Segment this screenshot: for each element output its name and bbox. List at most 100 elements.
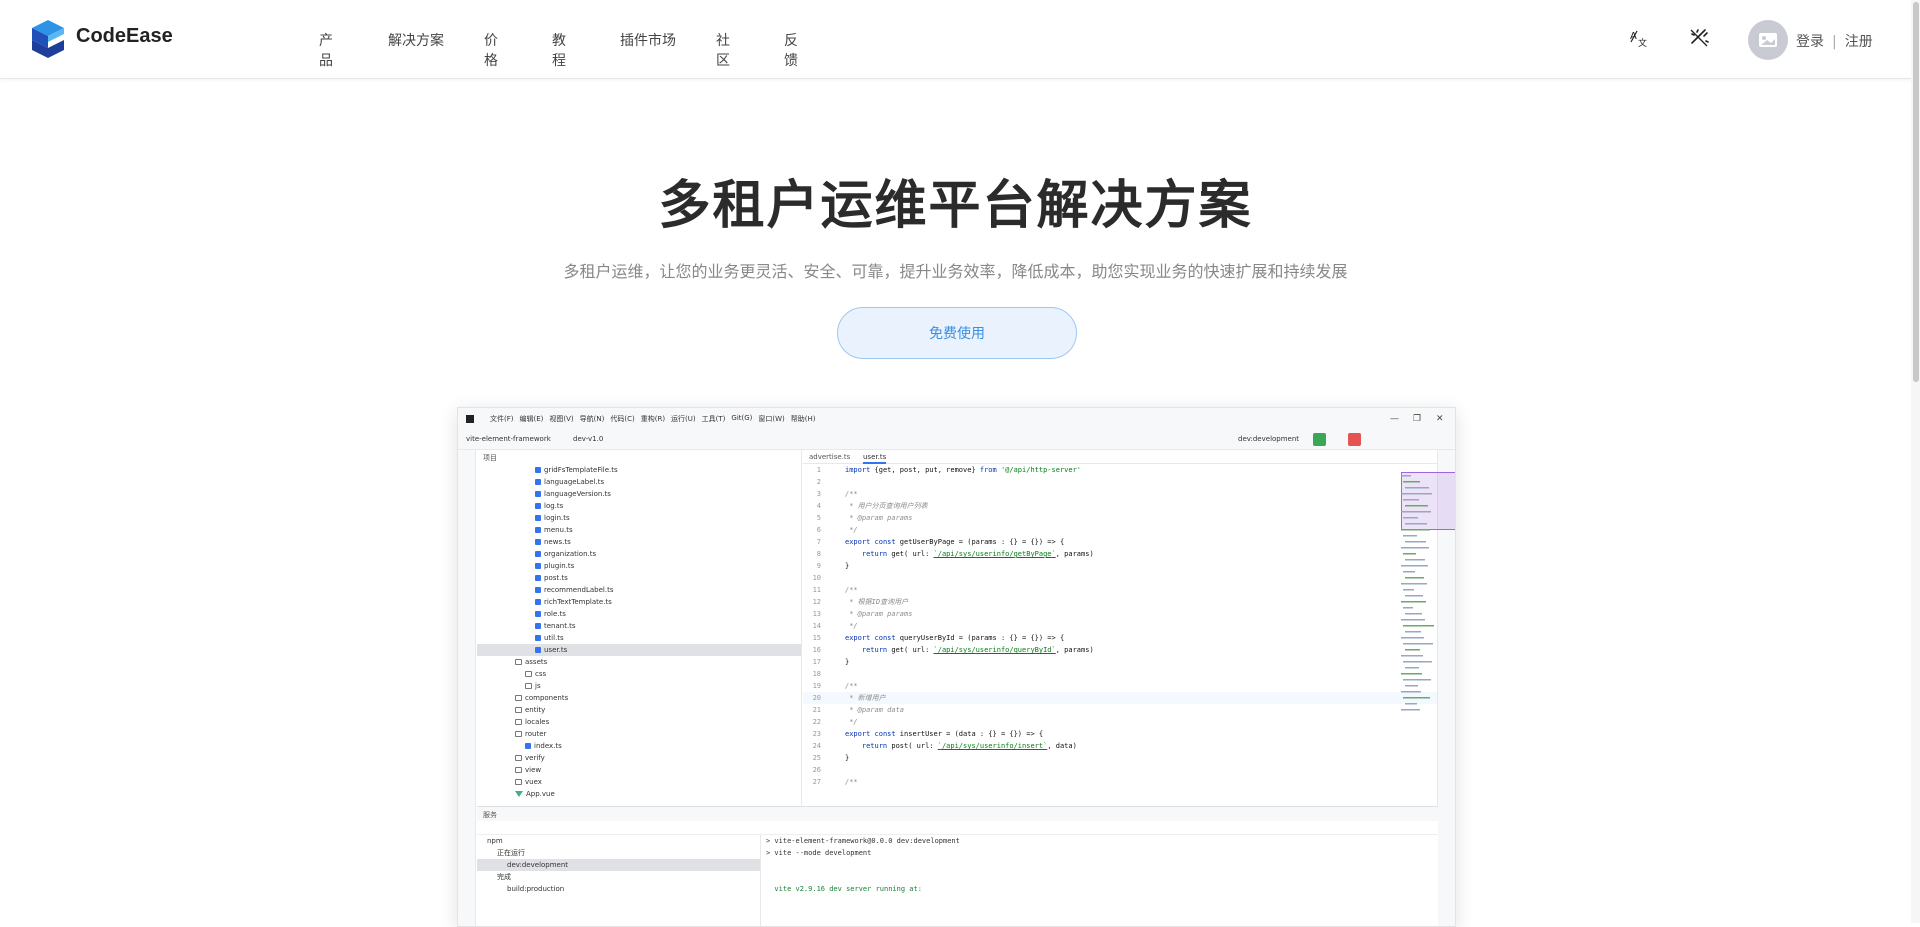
auth-separator: |	[1832, 34, 1837, 50]
tree-item-label: js	[535, 682, 541, 690]
minimap-line	[1401, 529, 1430, 531]
code-line: 15 export const queryUserById = (params :…	[803, 632, 1437, 644]
tree-item: router	[477, 728, 801, 740]
line-number: 3	[816, 490, 821, 498]
theme-toggle-icon[interactable]	[1688, 27, 1710, 49]
ide-menu-item: 编辑(E)	[519, 415, 544, 423]
tree-item: gridFsTemplateFile.ts	[477, 464, 801, 476]
minimap-line	[1401, 637, 1424, 639]
project-selector: vite-element-framework	[466, 435, 551, 443]
tree-item-label: entity	[525, 706, 546, 714]
ide-menu-item: 文件(F)	[490, 415, 514, 423]
code-line: 17}	[803, 656, 1437, 668]
folder-icon	[515, 779, 522, 785]
code-text: export const getUserByPage = (params : {…	[845, 538, 1065, 546]
file-icon	[535, 515, 541, 521]
ide-menu-item: 重构(R)	[640, 415, 666, 423]
line-number: 4	[816, 502, 821, 510]
translate-icon[interactable]: A 文	[1628, 27, 1650, 49]
ide-menu-item: 代码(C)	[610, 415, 635, 423]
codeease-logo-icon[interactable]	[28, 18, 68, 60]
nav-item-plugin-market[interactable]: 插件市场	[620, 30, 676, 50]
ide-menu-item: 工具(T)	[701, 415, 726, 423]
code-line: 21 * @param data	[803, 704, 1437, 716]
project-tree: 项目 gridFsTemplateFile.ts languageLabel.ts…	[477, 450, 802, 806]
minimap-line	[1401, 691, 1421, 693]
minimap-line	[1403, 661, 1432, 663]
nav-item-solutions[interactable]: 解决方案	[388, 30, 444, 50]
tree-item-label: plugin.ts	[544, 562, 575, 570]
project-tree-header: 项目	[483, 454, 497, 462]
npm-tree-item: dev:development	[477, 859, 760, 871]
tree-item-label: App.vue	[526, 790, 555, 798]
file-icon	[535, 479, 541, 485]
minimap-line	[1405, 487, 1429, 489]
minimap-line	[1403, 481, 1420, 483]
code-line: 4 * 用户分页查询用户列表	[803, 500, 1437, 512]
nav-item-feedback[interactable]: 反馈	[784, 30, 798, 70]
image-placeholder-icon	[1759, 33, 1777, 47]
nav-item-pricing[interactable]: 价格	[484, 30, 498, 70]
folder-icon	[515, 719, 522, 725]
ide-menu-item: Git(G)	[731, 414, 753, 422]
minimap-line	[1401, 547, 1429, 549]
minimap-line	[1405, 523, 1427, 525]
code-text: * @param params	[845, 514, 913, 522]
code-line: 2	[803, 476, 1437, 488]
minimap-line	[1401, 655, 1423, 657]
tree-item: css	[477, 668, 801, 680]
register-link[interactable]: 注册	[1845, 34, 1873, 50]
hero-title: 多租户运维平台解决方案	[658, 176, 1253, 236]
services-toolbar	[477, 821, 1438, 835]
npm-tree-label: npm	[487, 837, 503, 845]
line-number: 11	[812, 586, 821, 594]
page-scrollbar-thumb[interactable]	[1913, 2, 1919, 382]
login-link[interactable]: 登录	[1796, 34, 1824, 50]
line-number: 18	[812, 670, 821, 678]
line-number: 6	[816, 526, 821, 534]
line-number: 17	[812, 658, 821, 666]
ide-menu-item: 窗口(W)	[758, 415, 785, 423]
top-navbar: CodeEase 产品 解决方案 价格 教程 插件市场 社区 反馈 A 文 登录…	[0, 0, 1920, 79]
branch-selector: dev-v1.0	[573, 435, 604, 443]
avatar[interactable]	[1748, 20, 1788, 60]
line-number: 22	[812, 718, 821, 726]
nav-item-products[interactable]: 产品	[319, 30, 333, 70]
code-text: /**	[845, 586, 858, 594]
code-line: 20 * 新增用户	[803, 692, 1437, 704]
nav-item-community[interactable]: 社区	[716, 30, 730, 70]
tree-item: organization.ts	[477, 548, 801, 560]
code-line: 10	[803, 572, 1437, 584]
file-icon	[535, 527, 541, 533]
npm-script-tree: npm 正在运行 dev:development 完成 build:production	[477, 835, 761, 926]
minimap-line	[1401, 601, 1426, 603]
minimap-line	[1401, 619, 1425, 621]
folder-icon	[515, 707, 522, 713]
minimize-icon: —	[1390, 414, 1399, 424]
minimap-line	[1401, 493, 1432, 495]
auth-links: 登录 | 注册	[1796, 31, 1873, 51]
minimap-line	[1401, 709, 1420, 711]
stop-icon	[1348, 433, 1361, 446]
tree-item-label: languageVersion.ts	[544, 490, 611, 498]
code-text: /**	[845, 778, 858, 786]
code-text: export const queryUserById = (params : {…	[845, 634, 1065, 642]
tree-item: vuex	[477, 776, 801, 788]
code-text: * @param data	[845, 706, 905, 714]
line-number: 8	[816, 550, 821, 558]
ide-left-toolstrip	[458, 450, 476, 926]
line-number: 9	[816, 562, 821, 570]
code-line: 24 return post( url: `/api/sys/userinfo/…	[803, 740, 1437, 752]
nav-item-tutorials[interactable]: 教程	[552, 30, 566, 70]
npm-tree-item: build:production	[477, 883, 760, 895]
tree-item: recommendLabel.ts	[477, 584, 801, 596]
folder-icon	[515, 695, 522, 701]
code-text: import {get, post, put, remove} from '@/…	[845, 466, 1082, 474]
brand-name[interactable]: CodeEase	[76, 25, 173, 48]
minimap-line	[1405, 667, 1419, 669]
code-line: 25}	[803, 752, 1437, 764]
code-text: */	[845, 718, 858, 726]
free-trial-button[interactable]: 免费使用	[837, 307, 1077, 359]
close-icon: ✕	[1436, 414, 1444, 424]
